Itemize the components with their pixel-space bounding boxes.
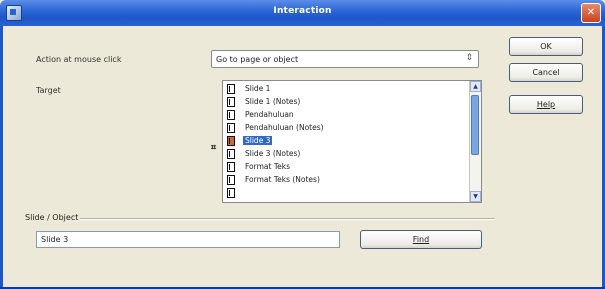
page-icon	[227, 110, 235, 120]
find-button-label: Find	[412, 235, 430, 244]
list-item-label: Slide 1	[245, 84, 271, 93]
list-item-label: Slide 1 (Notes)	[245, 97, 301, 106]
list-item-label: Slide 3	[243, 136, 273, 145]
section-separator	[80, 218, 495, 220]
slide-object-label: Slide / Object	[25, 213, 79, 222]
list-item-label: Format Teks (Notes)	[245, 175, 320, 184]
list-item[interactable]: Pendahuluan	[223, 109, 468, 121]
title-bar[interactable]: Interaction ✕	[0, 0, 605, 26]
close-icon: ✕	[586, 7, 596, 18]
list-item-label: Slide 3 (Notes)	[245, 149, 301, 158]
action-select-value: Go to page or object	[216, 55, 299, 64]
page-icon	[227, 188, 235, 198]
ok-button[interactable]: OK	[509, 37, 583, 56]
list-item[interactable]: Slide 3 (Notes)	[223, 148, 468, 160]
dialog-title: Interaction	[273, 6, 332, 16]
arrow-down-icon: ▼	[473, 193, 478, 200]
list-item[interactable]: Format Teks (Notes)	[223, 174, 468, 186]
list-item[interactable]: Pendahuluan (Notes)	[223, 122, 468, 134]
list-scrollbar[interactable]: ▲ ▼	[469, 81, 481, 202]
page-icon	[227, 162, 235, 172]
page-icon	[227, 123, 235, 133]
interaction-dialog: Interaction ✕ Action at mouse click Go t…	[0, 0, 605, 289]
list-item-label: Pendahuluan	[245, 110, 294, 119]
find-button[interactable]: Find	[360, 230, 482, 249]
help-button[interactable]: Help	[509, 95, 583, 114]
slide-object-input[interactable]: Slide 3	[36, 231, 340, 248]
scroll-down-button[interactable]: ▼	[470, 191, 481, 202]
list-item-partial[interactable]	[223, 187, 468, 199]
list-item[interactable]: Slide 1 (Notes)	[223, 96, 468, 108]
action-label: Action at mouse click	[36, 55, 122, 64]
page-icon	[227, 149, 235, 159]
list-item[interactable]: Slide 1	[223, 83, 468, 95]
target-label: Target	[36, 86, 61, 95]
action-select[interactable]: Go to page or object ⇕	[211, 50, 479, 68]
list-item-label: Format Teks	[245, 162, 290, 171]
list-item[interactable]: Format Teks	[223, 161, 468, 173]
scroll-up-button[interactable]: ▲	[470, 81, 481, 92]
cancel-button[interactable]: Cancel	[509, 63, 583, 82]
current-slide-marker-icon: ⌗	[211, 143, 217, 153]
scroll-thumb[interactable]	[471, 95, 479, 155]
page-icon	[227, 175, 235, 185]
window-border-left	[0, 26, 3, 289]
target-list[interactable]: Slide 1 Slide 1 (Notes) Pendahuluan Pend…	[222, 80, 482, 203]
spin-arrows-icon[interactable]: ⇕	[465, 53, 473, 63]
close-button[interactable]: ✕	[581, 3, 601, 23]
list-item-label: Pendahuluan (Notes)	[245, 123, 324, 132]
page-icon	[227, 84, 235, 94]
page-icon	[227, 136, 235, 146]
list-item-selected[interactable]: Slide 3	[223, 135, 468, 147]
page-icon	[227, 97, 235, 107]
help-button-label: Help	[536, 100, 556, 109]
arrow-up-icon: ▲	[473, 83, 478, 90]
